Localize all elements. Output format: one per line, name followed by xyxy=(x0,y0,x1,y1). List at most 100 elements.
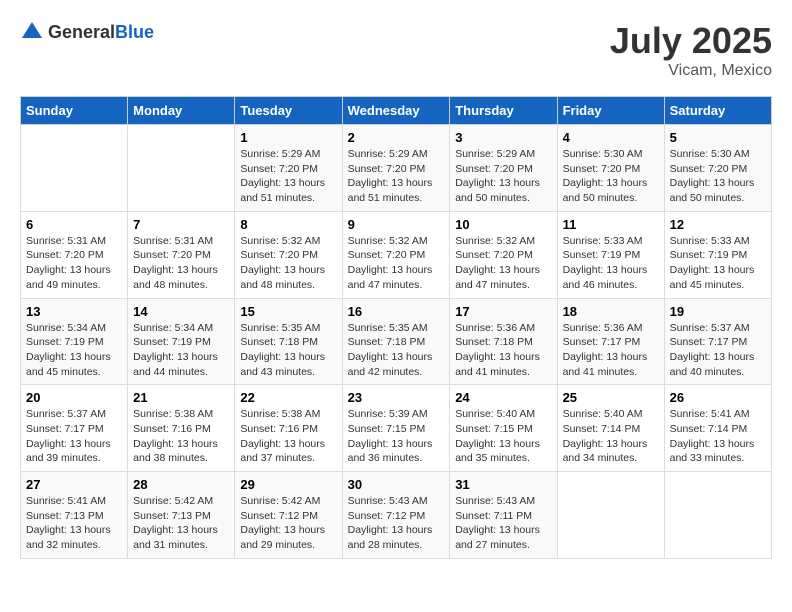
day-detail: Sunrise: 5:37 AM Sunset: 7:17 PM Dayligh… xyxy=(670,321,766,380)
calendar-cell xyxy=(21,125,128,212)
day-number: 10 xyxy=(455,217,551,232)
day-number: 27 xyxy=(26,477,122,492)
title-block: July 2025 Vicam, Mexico xyxy=(610,20,772,80)
day-number: 14 xyxy=(133,304,229,319)
day-detail: Sunrise: 5:43 AM Sunset: 7:11 PM Dayligh… xyxy=(455,494,551,553)
calendar-cell xyxy=(664,472,771,559)
day-number: 21 xyxy=(133,390,229,405)
day-detail: Sunrise: 5:33 AM Sunset: 7:19 PM Dayligh… xyxy=(670,234,766,293)
calendar-cell: 16 Sunrise: 5:35 AM Sunset: 7:18 PM Dayli… xyxy=(342,298,450,385)
day-detail: Sunrise: 5:40 AM Sunset: 7:15 PM Dayligh… xyxy=(455,407,551,466)
day-number: 6 xyxy=(26,217,122,232)
day-detail: Sunrise: 5:29 AM Sunset: 7:20 PM Dayligh… xyxy=(348,147,445,206)
calendar-cell: 10Sunrise: 5:32 AM Sunset: 7:20 PM Dayli… xyxy=(450,211,557,298)
day-number: 11 xyxy=(563,217,659,232)
day-detail: Sunrise: 5:43 AM Sunset: 7:12 PM Dayligh… xyxy=(348,494,445,553)
day-detail: Sunrise: 5:41 AM Sunset: 7:14 PM Dayligh… xyxy=(670,407,766,466)
header-wednesday: Wednesday xyxy=(342,97,450,125)
logo: GeneralBlue xyxy=(20,20,154,44)
day-detail: Sunrise: 5:32 AM Sunset: 7:20 PM Dayligh… xyxy=(348,234,445,293)
day-detail: Sunrise: 5:35 AM Sunset: 7:18 PM Dayligh… xyxy=(348,321,445,380)
day-number: 2 xyxy=(348,130,445,145)
day-detail: Sunrise: 5:30 AM Sunset: 7:20 PM Dayligh… xyxy=(563,147,659,206)
header-friday: Friday xyxy=(557,97,664,125)
day-number: 15 xyxy=(240,304,336,319)
calendar-cell: 9Sunrise: 5:32 AM Sunset: 7:20 PM Daylig… xyxy=(342,211,450,298)
day-number: 26 xyxy=(670,390,766,405)
month-year-title: July 2025 xyxy=(610,20,772,62)
day-detail: Sunrise: 5:39 AM Sunset: 7:15 PM Dayligh… xyxy=(348,407,445,466)
day-detail: Sunrise: 5:31 AM Sunset: 7:20 PM Dayligh… xyxy=(26,234,122,293)
calendar-cell: 17Sunrise: 5:36 AM Sunset: 7:18 PM Dayli… xyxy=(450,298,557,385)
calendar-cell: 29Sunrise: 5:42 AM Sunset: 7:12 PM Dayli… xyxy=(235,472,342,559)
day-detail: Sunrise: 5:42 AM Sunset: 7:13 PM Dayligh… xyxy=(133,494,229,553)
calendar-cell: 24 Sunrise: 5:40 AM Sunset: 7:15 PM Dayli… xyxy=(450,385,557,472)
day-number: 30 xyxy=(348,477,445,492)
day-number: 31 xyxy=(455,477,551,492)
calendar-cell: 19 Sunrise: 5:37 AM Sunset: 7:17 PM Dayli… xyxy=(664,298,771,385)
calendar-cell: 20Sunrise: 5:37 AM Sunset: 7:17 PM Dayli… xyxy=(21,385,128,472)
day-detail: Sunrise: 5:34 AM Sunset: 7:19 PM Dayligh… xyxy=(26,321,122,380)
calendar-cell: 23 Sunrise: 5:39 AM Sunset: 7:15 PM Dayli… xyxy=(342,385,450,472)
day-number: 4 xyxy=(563,130,659,145)
calendar-cell: 5Sunrise: 5:30 AM Sunset: 7:20 PM Daylig… xyxy=(664,125,771,212)
day-number: 16 xyxy=(348,304,445,319)
day-detail: Sunrise: 5:38 AM Sunset: 7:16 PM Dayligh… xyxy=(240,407,336,466)
calendar-cell: 22 Sunrise: 5:38 AM Sunset: 7:16 PM Dayli… xyxy=(235,385,342,472)
logo-icon xyxy=(20,20,44,44)
calendar-cell: 2 Sunrise: 5:29 AM Sunset: 7:20 PM Daylig… xyxy=(342,125,450,212)
day-number: 1 xyxy=(240,130,336,145)
day-detail: Sunrise: 5:33 AM Sunset: 7:19 PM Dayligh… xyxy=(563,234,659,293)
calendar-cell: 27 Sunrise: 5:41 AM Sunset: 7:13 PM Dayli… xyxy=(21,472,128,559)
calendar-cell: 1 Sunrise: 5:29 AM Sunset: 7:20 PM Daylig… xyxy=(235,125,342,212)
header-sunday: Sunday xyxy=(21,97,128,125)
day-number: 18 xyxy=(563,304,659,319)
day-detail: Sunrise: 5:34 AM Sunset: 7:19 PM Dayligh… xyxy=(133,321,229,380)
day-detail: Sunrise: 5:30 AM Sunset: 7:20 PM Dayligh… xyxy=(670,147,766,206)
day-number: 23 xyxy=(348,390,445,405)
day-detail: Sunrise: 5:36 AM Sunset: 7:17 PM Dayligh… xyxy=(563,321,659,380)
day-detail: Sunrise: 5:35 AM Sunset: 7:18 PM Dayligh… xyxy=(240,321,336,380)
calendar-cell xyxy=(128,125,235,212)
calendar-header-row: SundayMondayTuesdayWednesdayThursdayFrid… xyxy=(21,97,772,125)
day-number: 22 xyxy=(240,390,336,405)
day-number: 19 xyxy=(670,304,766,319)
day-detail: Sunrise: 5:32 AM Sunset: 7:20 PM Dayligh… xyxy=(240,234,336,293)
calendar-cell: 28 Sunrise: 5:42 AM Sunset: 7:13 PM Dayli… xyxy=(128,472,235,559)
day-number: 3 xyxy=(455,130,551,145)
day-detail: Sunrise: 5:29 AM Sunset: 7:20 PM Dayligh… xyxy=(240,147,336,206)
header-thursday: Thursday xyxy=(450,97,557,125)
day-detail: Sunrise: 5:41 AM Sunset: 7:13 PM Dayligh… xyxy=(26,494,122,553)
calendar-cell: 21 Sunrise: 5:38 AM Sunset: 7:16 PM Dayli… xyxy=(128,385,235,472)
day-number: 28 xyxy=(133,477,229,492)
day-number: 7 xyxy=(133,217,229,232)
calendar-cell: 31 Sunrise: 5:43 AM Sunset: 7:11 PM Dayli… xyxy=(450,472,557,559)
header-saturday: Saturday xyxy=(664,97,771,125)
calendar-cell: 26 Sunrise: 5:41 AM Sunset: 7:14 PM Dayli… xyxy=(664,385,771,472)
day-number: 29 xyxy=(240,477,336,492)
week-row-4: 20Sunrise: 5:37 AM Sunset: 7:17 PM Dayli… xyxy=(21,385,772,472)
day-detail: Sunrise: 5:40 AM Sunset: 7:14 PM Dayligh… xyxy=(563,407,659,466)
location-subtitle: Vicam, Mexico xyxy=(610,62,772,80)
calendar-cell: 15 Sunrise: 5:35 AM Sunset: 7:18 PM Dayli… xyxy=(235,298,342,385)
calendar-cell: 14 Sunrise: 5:34 AM Sunset: 7:19 PM Dayli… xyxy=(128,298,235,385)
day-detail: Sunrise: 5:38 AM Sunset: 7:16 PM Dayligh… xyxy=(133,407,229,466)
header-tuesday: Tuesday xyxy=(235,97,342,125)
calendar-cell: 30 Sunrise: 5:43 AM Sunset: 7:12 PM Dayli… xyxy=(342,472,450,559)
week-row-3: 13Sunrise: 5:34 AM Sunset: 7:19 PM Dayli… xyxy=(21,298,772,385)
calendar-cell: 11 Sunrise: 5:33 AM Sunset: 7:19 PM Dayli… xyxy=(557,211,664,298)
calendar-cell: 8Sunrise: 5:32 AM Sunset: 7:20 PM Daylig… xyxy=(235,211,342,298)
week-row-2: 6 Sunrise: 5:31 AM Sunset: 7:20 PM Daylig… xyxy=(21,211,772,298)
day-number: 24 xyxy=(455,390,551,405)
calendar-cell: 4 Sunrise: 5:30 AM Sunset: 7:20 PM Daylig… xyxy=(557,125,664,212)
calendar-cell: 12 Sunrise: 5:33 AM Sunset: 7:19 PM Dayli… xyxy=(664,211,771,298)
header-monday: Monday xyxy=(128,97,235,125)
page-header: GeneralBlue July 2025 Vicam, Mexico xyxy=(20,20,772,80)
day-detail: Sunrise: 5:29 AM Sunset: 7:20 PM Dayligh… xyxy=(455,147,551,206)
week-row-1: 1 Sunrise: 5:29 AM Sunset: 7:20 PM Daylig… xyxy=(21,125,772,212)
calendar-cell: 25 Sunrise: 5:40 AM Sunset: 7:14 PM Dayli… xyxy=(557,385,664,472)
calendar-table: SundayMondayTuesdayWednesdayThursdayFrid… xyxy=(20,96,772,559)
day-detail: Sunrise: 5:36 AM Sunset: 7:18 PM Dayligh… xyxy=(455,321,551,380)
day-number: 12 xyxy=(670,217,766,232)
day-number: 25 xyxy=(563,390,659,405)
